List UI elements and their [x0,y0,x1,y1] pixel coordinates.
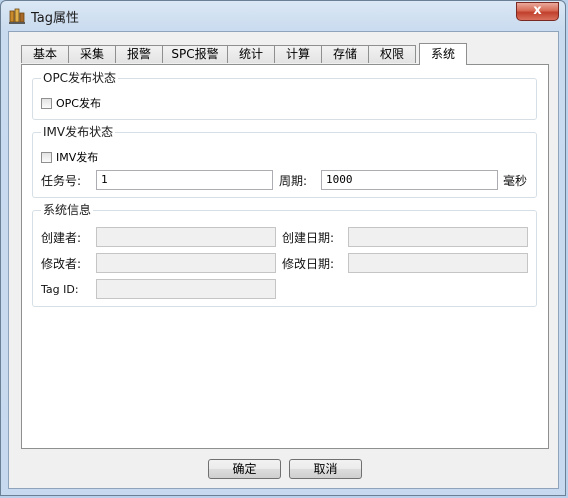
dialog-client-area: 基本 采集 报警 SPC报警 统计 计算 存储 权限 系统 OPC发布状态 OP… [8,31,559,489]
tab-label: 统计 [238,47,263,61]
tag-properties-window: Tag属性 x 基本 采集 报警 SPC报警 统计 计算 存储 权限 系统 OP… [0,0,566,496]
opc-publish-label: OPC发布 [56,97,101,110]
create-date-label: 创建日期: [282,231,335,245]
imv-publish-label: IMV发布 [56,151,99,164]
imv-group-legend: IMV发布状态 [41,125,116,139]
imv-publish-group: IMV发布状态 IMV发布 任务号: 1 周期: 1000 毫秒 [32,125,537,198]
modifier-field [96,253,276,273]
tab-calculation[interactable]: 计算 [274,45,322,63]
imv-publish-checkbox[interactable]: IMV发布 [41,149,98,165]
tab-spc-alarm[interactable]: SPC报警 [162,45,228,63]
task-number-input[interactable]: 1 [96,170,273,190]
period-unit-label: 毫秒 [503,174,528,188]
tab-label: 采集 [79,47,104,61]
cancel-button[interactable]: 取消 [289,459,362,479]
window-title: Tag属性 [31,11,80,26]
tab-label: 存储 [332,47,357,61]
modifier-label: 修改者: [41,257,82,271]
task-number-label: 任务号: [41,174,82,188]
period-input[interactable]: 1000 [321,170,498,190]
checkbox-box[interactable] [41,151,52,163]
system-tab-panel: OPC发布状态 OPC发布 IMV发布状态 IMV发布 任务号: 1 周期: 1… [21,64,549,449]
system-info-group: 系统信息 创建者: 创建日期: 修改者: 修改日期: Tag ID: [32,203,537,307]
tab-storage[interactable]: 存储 [321,45,369,63]
system-info-legend: 系统信息 [41,203,94,217]
tab-label: SPC报警 [171,47,219,61]
tab-alarm[interactable]: 报警 [115,45,163,63]
modify-date-field [348,253,528,273]
tab-permission[interactable]: 权限 [368,45,416,63]
opc-publish-checkbox[interactable]: OPC发布 [41,95,101,111]
tag-id-label: Tag ID: [41,283,79,296]
tab-system[interactable]: 系统 [419,43,467,65]
creator-label: 创建者: [41,231,82,245]
opc-group-legend: OPC发布状态 [41,71,119,85]
tag-id-field [96,279,276,299]
tab-label: 报警 [126,47,151,61]
opc-publish-group: OPC发布状态 OPC发布 [32,71,537,120]
tab-basic[interactable]: 基本 [21,45,69,63]
tab-label: 系统 [430,47,455,61]
close-icon: x [533,3,542,18]
tab-acquisition[interactable]: 采集 [68,45,116,63]
ok-button[interactable]: 确定 [208,459,281,479]
tab-statistics[interactable]: 统计 [227,45,275,63]
tab-label: 计算 [285,47,310,61]
close-button[interactable]: x [516,2,559,21]
creator-field [96,227,276,247]
period-label: 周期: [279,174,308,188]
create-date-field [348,227,528,247]
app-icon [9,8,25,24]
title-bar[interactable]: Tag属性 x [1,1,567,31]
modify-date-label: 修改日期: [282,257,335,271]
tab-label: 权限 [379,47,404,61]
checkbox-box[interactable] [41,97,52,109]
tab-label: 基本 [32,47,57,61]
